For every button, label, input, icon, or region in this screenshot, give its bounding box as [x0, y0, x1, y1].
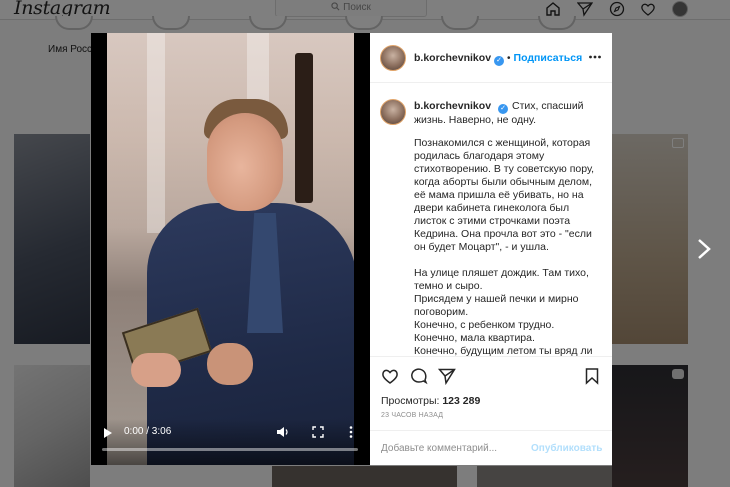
wall-stripe — [147, 33, 165, 233]
share-icon[interactable] — [438, 367, 456, 385]
comment-icon[interactable] — [410, 367, 428, 385]
author-avatar[interactable] — [380, 45, 406, 71]
video-time: 0:00 / 3:06 — [124, 426, 172, 437]
post-side-panel: b.korchevnikov ✓ • Подписаться b.korchevnik… — [370, 33, 612, 465]
verified-badge-icon: ✓ — [498, 104, 509, 114]
video-controls: 0:00 / 3:06 — [91, 419, 370, 465]
comment-input[interactable] — [381, 443, 531, 454]
separator-dot: • — [507, 53, 511, 64]
caption-text: Познакомился с женщиной, которая родилас… — [414, 137, 595, 356]
fullscreen-icon[interactable] — [311, 425, 325, 439]
author-line: b.korchevnikov ✓ • Подписаться — [414, 52, 582, 66]
person-head — [207, 113, 283, 211]
views-label: Просмотры: — [381, 395, 440, 407]
verified-badge-icon: ✓ — [494, 56, 505, 66]
video-frame — [107, 33, 354, 465]
caption-lead: b.korchevnikov ✓ Стих, спасший жизнь. Наве… — [414, 100, 604, 127]
video-more-icon[interactable] — [348, 425, 354, 439]
guitar — [295, 53, 313, 203]
views-number: 123 289 — [442, 395, 481, 407]
more-icon[interactable] — [588, 52, 602, 62]
view-count[interactable]: Просмотры: 123 289 — [381, 395, 480, 407]
comment-form: Опубликовать — [370, 430, 612, 466]
volume-icon[interactable] — [276, 425, 290, 439]
person-hand — [131, 353, 181, 387]
post-actions: Просмотры: 123 289 23 ЧАСОВ НАЗАД Опубли… — [370, 356, 612, 465]
next-arrow-icon[interactable] — [695, 238, 713, 260]
publish-button[interactable]: Опубликовать — [531, 443, 602, 454]
post-timestamp[interactable]: 23 ЧАСОВ НАЗАД — [381, 412, 443, 419]
video-player[interactable]: 0:00 / 3:06 — [91, 33, 370, 465]
caption-username[interactable]: b.korchevnikov — [414, 100, 491, 112]
follow-button[interactable]: Подписаться — [514, 52, 583, 64]
post-header: b.korchevnikov ✓ • Подписаться — [370, 33, 612, 83]
bookmark-icon[interactable] — [583, 367, 601, 385]
caption-scroll[interactable]: b.korchevnikov ✓ Стих, спасший жизнь. Наве… — [370, 83, 612, 356]
play-icon[interactable] — [104, 428, 112, 438]
like-icon[interactable] — [381, 367, 399, 385]
video-progress-bar[interactable] — [102, 448, 358, 451]
author-username[interactable]: b.korchevnikov — [414, 52, 491, 64]
person-hand — [207, 343, 253, 385]
caption-avatar[interactable] — [380, 99, 406, 125]
